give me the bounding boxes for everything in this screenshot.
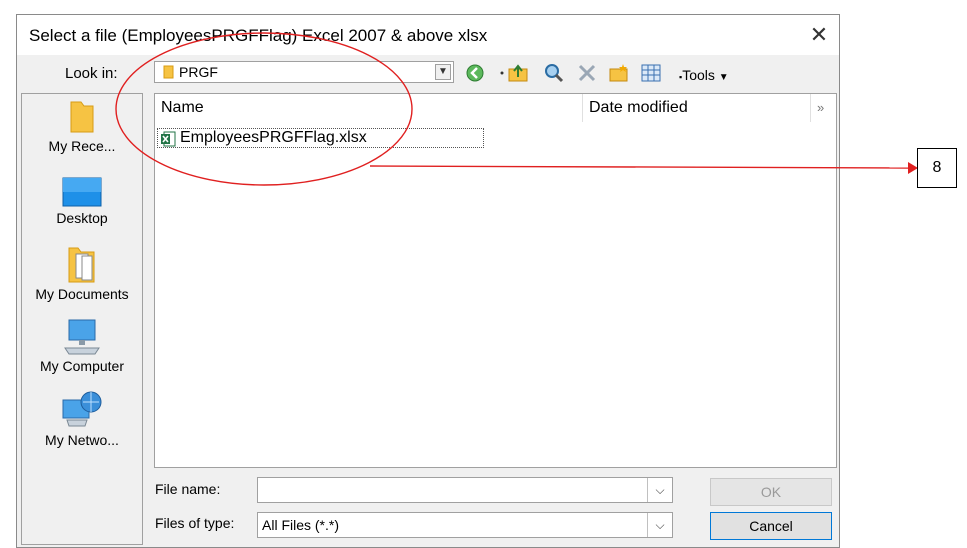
highlight-ellipse [115,32,413,186]
callout-arrow-line [369,165,909,169]
callout-number-box: 8 [917,148,957,188]
annotation-overlay [115,32,918,186]
